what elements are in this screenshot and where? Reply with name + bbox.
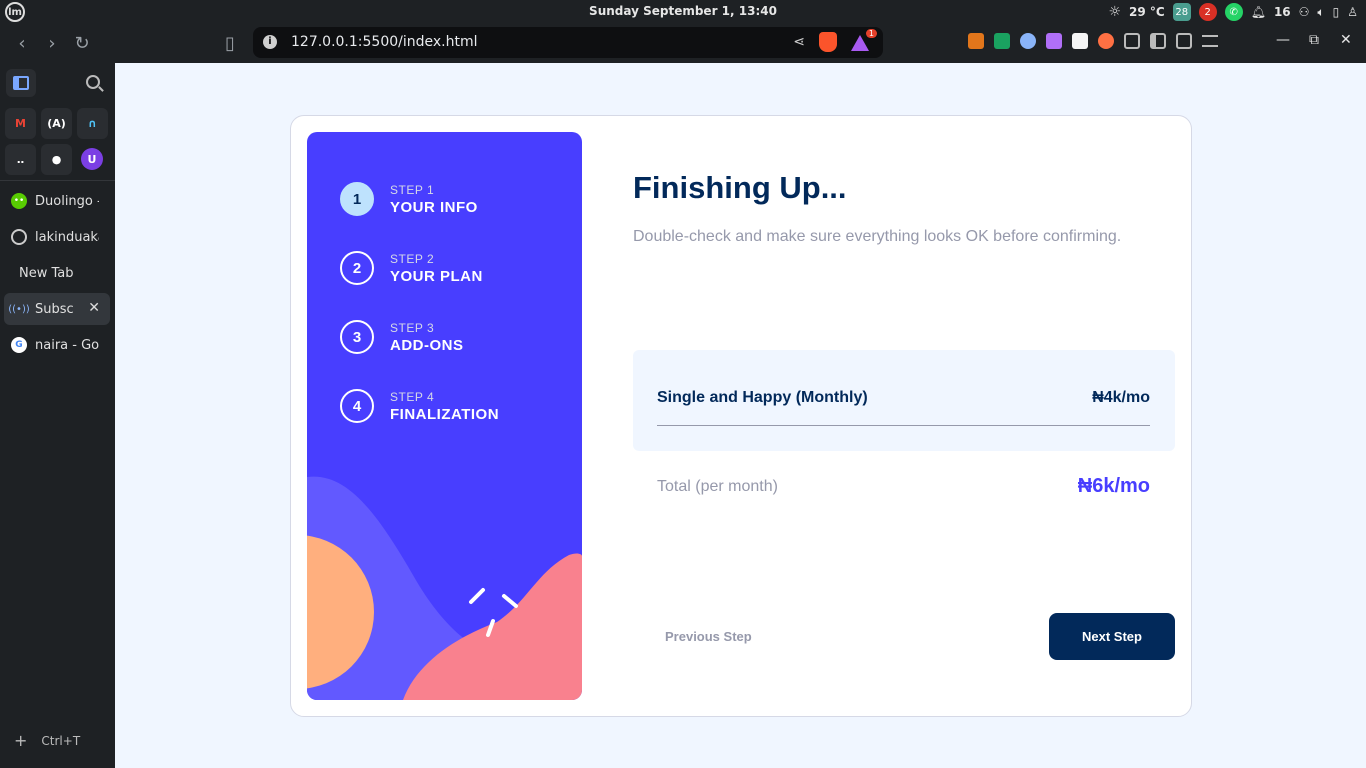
linear-icon[interactable]: ‥ bbox=[5, 144, 36, 175]
tab-label: Subscr bbox=[35, 301, 73, 317]
extension-search-icon[interactable] bbox=[1020, 33, 1036, 49]
summary-divider bbox=[657, 425, 1150, 426]
whatsapp-icon[interactable]: ✆ bbox=[1224, 3, 1243, 21]
step-label: STEP 2 bbox=[390, 251, 435, 266]
step-label: STEP 3 bbox=[390, 320, 435, 335]
plan-name: Single and Happy (Monthly) bbox=[657, 389, 868, 406]
step-number: 3 bbox=[340, 320, 374, 354]
url-text[interactable]: 127.0.0.1:5500/index.html bbox=[291, 34, 478, 50]
proton-icon[interactable]: U bbox=[81, 148, 103, 170]
bookmark-icon[interactable]: ▯ bbox=[218, 31, 242, 55]
extension-t-icon[interactable] bbox=[994, 33, 1010, 49]
step-number: 2 bbox=[340, 251, 374, 285]
app-notification-icon[interactable]: 2 bbox=[1198, 3, 1217, 21]
google-icon: G bbox=[11, 337, 27, 353]
metamask-icon[interactable] bbox=[968, 33, 984, 49]
step-number: 1 bbox=[340, 182, 374, 216]
extension-doc-icon[interactable] bbox=[1072, 33, 1088, 49]
order-summary: Single and Happy (Monthly) ₦4k/mo bbox=[633, 350, 1175, 451]
tab-subscription[interactable]: ((•)) Subscr ✕ bbox=[4, 293, 110, 325]
vertical-tabs-sidebar: M (A) ∩ ‥ ● U •• Duolingo - lakinduaka N… bbox=[0, 63, 115, 768]
forward-icon[interactable]: › bbox=[40, 31, 64, 55]
extensions-icon[interactable] bbox=[1124, 33, 1140, 49]
brave-rewards-icon[interactable]: 1 bbox=[851, 29, 877, 51]
steps-sidebar: 1 STEP 1 YOUR INFO 2 STEP 2 YOUR PLAN 3 … bbox=[307, 132, 582, 700]
tab-github-profile[interactable]: lakinduaka bbox=[4, 221, 110, 253]
step-4[interactable]: 4 STEP 4 FINALIZATION bbox=[340, 386, 499, 426]
sidebar-toggle-icon[interactable] bbox=[1150, 33, 1166, 49]
extension-purple-icon[interactable] bbox=[1046, 33, 1062, 49]
step-title: YOUR INFO bbox=[390, 198, 478, 216]
weather-icon[interactable]: ☼ bbox=[1108, 4, 1121, 20]
headset-icon[interactable]: ∩ bbox=[77, 108, 108, 139]
tab-label: New Tab bbox=[19, 265, 74, 281]
tab-list: •• Duolingo - lakinduaka New Tab ((•)) S… bbox=[4, 181, 110, 361]
minimize-icon[interactable]: — bbox=[1276, 32, 1290, 48]
plus-icon: + bbox=[14, 731, 28, 750]
step-title: FINALIZATION bbox=[390, 405, 500, 423]
temperature[interactable]: 29 °C bbox=[1129, 5, 1165, 19]
previous-step-button[interactable]: Previous Step bbox=[665, 629, 752, 644]
bell-icon[interactable]: 🔔︎ bbox=[1251, 5, 1266, 19]
tab-google-search[interactable]: G naira - Goo bbox=[4, 329, 110, 361]
close-window-icon[interactable]: ✕ bbox=[1340, 32, 1352, 48]
os-top-bar: lm Sunday September 1, 13:40 ☼ 29 °C 28 … bbox=[0, 0, 1366, 24]
form-card: 1 STEP 1 YOUR INFO 2 STEP 2 YOUR PLAN 3 … bbox=[290, 115, 1192, 717]
network-icon[interactable]: ⚇ bbox=[1299, 5, 1310, 19]
github-icon bbox=[11, 229, 27, 245]
step-number: 4 bbox=[340, 389, 374, 423]
tab-duolingo[interactable]: •• Duolingo - bbox=[4, 185, 110, 217]
angular-icon[interactable]: (A) bbox=[41, 108, 72, 139]
step-3[interactable]: 3 STEP 3 ADD-ONS bbox=[340, 317, 464, 357]
total-label: Total (per month) bbox=[657, 478, 778, 495]
gmail-icon[interactable]: M bbox=[5, 108, 36, 139]
site-info-icon[interactable]: i bbox=[263, 35, 277, 49]
maximize-icon[interactable]: ⧉ bbox=[1309, 32, 1319, 48]
brave-shields-icon[interactable] bbox=[819, 32, 837, 52]
panel-icon bbox=[13, 76, 29, 90]
reload-icon[interactable]: ↻ bbox=[70, 31, 94, 55]
system-tray: ☼ 29 °C 28 2 ✆ 🔔︎ 16 ⚇ 🔈︎ ▯ ♙ bbox=[1108, 2, 1358, 22]
share-icon[interactable]: ⋖ bbox=[793, 34, 805, 50]
step-label: STEP 1 bbox=[390, 182, 435, 197]
wallet-icon[interactable] bbox=[1176, 33, 1192, 49]
battery-icon[interactable]: ▯ bbox=[1333, 5, 1340, 19]
menu-icon[interactable] bbox=[1202, 35, 1218, 47]
close-tab-icon[interactable]: ✕ bbox=[88, 300, 100, 316]
tab-label: Duolingo - bbox=[35, 193, 99, 209]
pinned-tabs: M (A) ∩ ‥ ● U bbox=[5, 108, 108, 175]
browser-toolbar: ‹ › ↻ ▯ i 127.0.0.1:5500/index.html ⋖ 1 … bbox=[0, 24, 1366, 63]
tab-label: lakinduaka bbox=[35, 229, 99, 245]
page-subtitle: Double-check and make sure everything lo… bbox=[633, 228, 1122, 245]
new-tab-button[interactable]: + Ctrl+T bbox=[14, 731, 80, 750]
broadcast-icon: ((•)) bbox=[8, 303, 30, 315]
rewards-badge: 1 bbox=[865, 29, 877, 38]
volume-icon[interactable]: 🔈︎ bbox=[1317, 5, 1324, 20]
step-title: ADD-ONS bbox=[390, 336, 464, 354]
user-icon[interactable]: ♙ bbox=[1347, 5, 1358, 19]
back-icon[interactable]: ‹ bbox=[10, 31, 34, 55]
plan-price: ₦4k/mo bbox=[1092, 389, 1150, 406]
step-title: YOUR PLAN bbox=[390, 267, 483, 285]
step-2[interactable]: 2 STEP 2 YOUR PLAN bbox=[340, 248, 483, 288]
tab-new-tab[interactable]: New Tab bbox=[4, 257, 110, 289]
sidebar-panel-button[interactable] bbox=[6, 69, 36, 97]
extensions-row bbox=[968, 33, 1218, 49]
address-bar[interactable]: i 127.0.0.1:5500/index.html ⋖ 1 bbox=[253, 27, 883, 58]
notification-count[interactable]: 16 bbox=[1274, 5, 1291, 19]
step-1[interactable]: 1 STEP 1 YOUR INFO bbox=[340, 179, 478, 219]
duolingo-icon: •• bbox=[11, 193, 27, 209]
total-value: ₦6k/mo bbox=[1077, 475, 1150, 497]
tab-label: naira - Goo bbox=[35, 337, 99, 353]
new-tab-shortcut: Ctrl+T bbox=[41, 733, 81, 748]
github-icon[interactable]: ● bbox=[41, 144, 72, 175]
extension-orange-icon[interactable] bbox=[1098, 33, 1114, 49]
calendar-icon[interactable]: 28 bbox=[1172, 3, 1191, 21]
page-title: Finishing Up... bbox=[633, 170, 847, 205]
tab-search-icon[interactable] bbox=[86, 75, 100, 89]
step-label: STEP 4 bbox=[390, 389, 435, 404]
next-step-button[interactable]: Next Step bbox=[1049, 613, 1175, 660]
